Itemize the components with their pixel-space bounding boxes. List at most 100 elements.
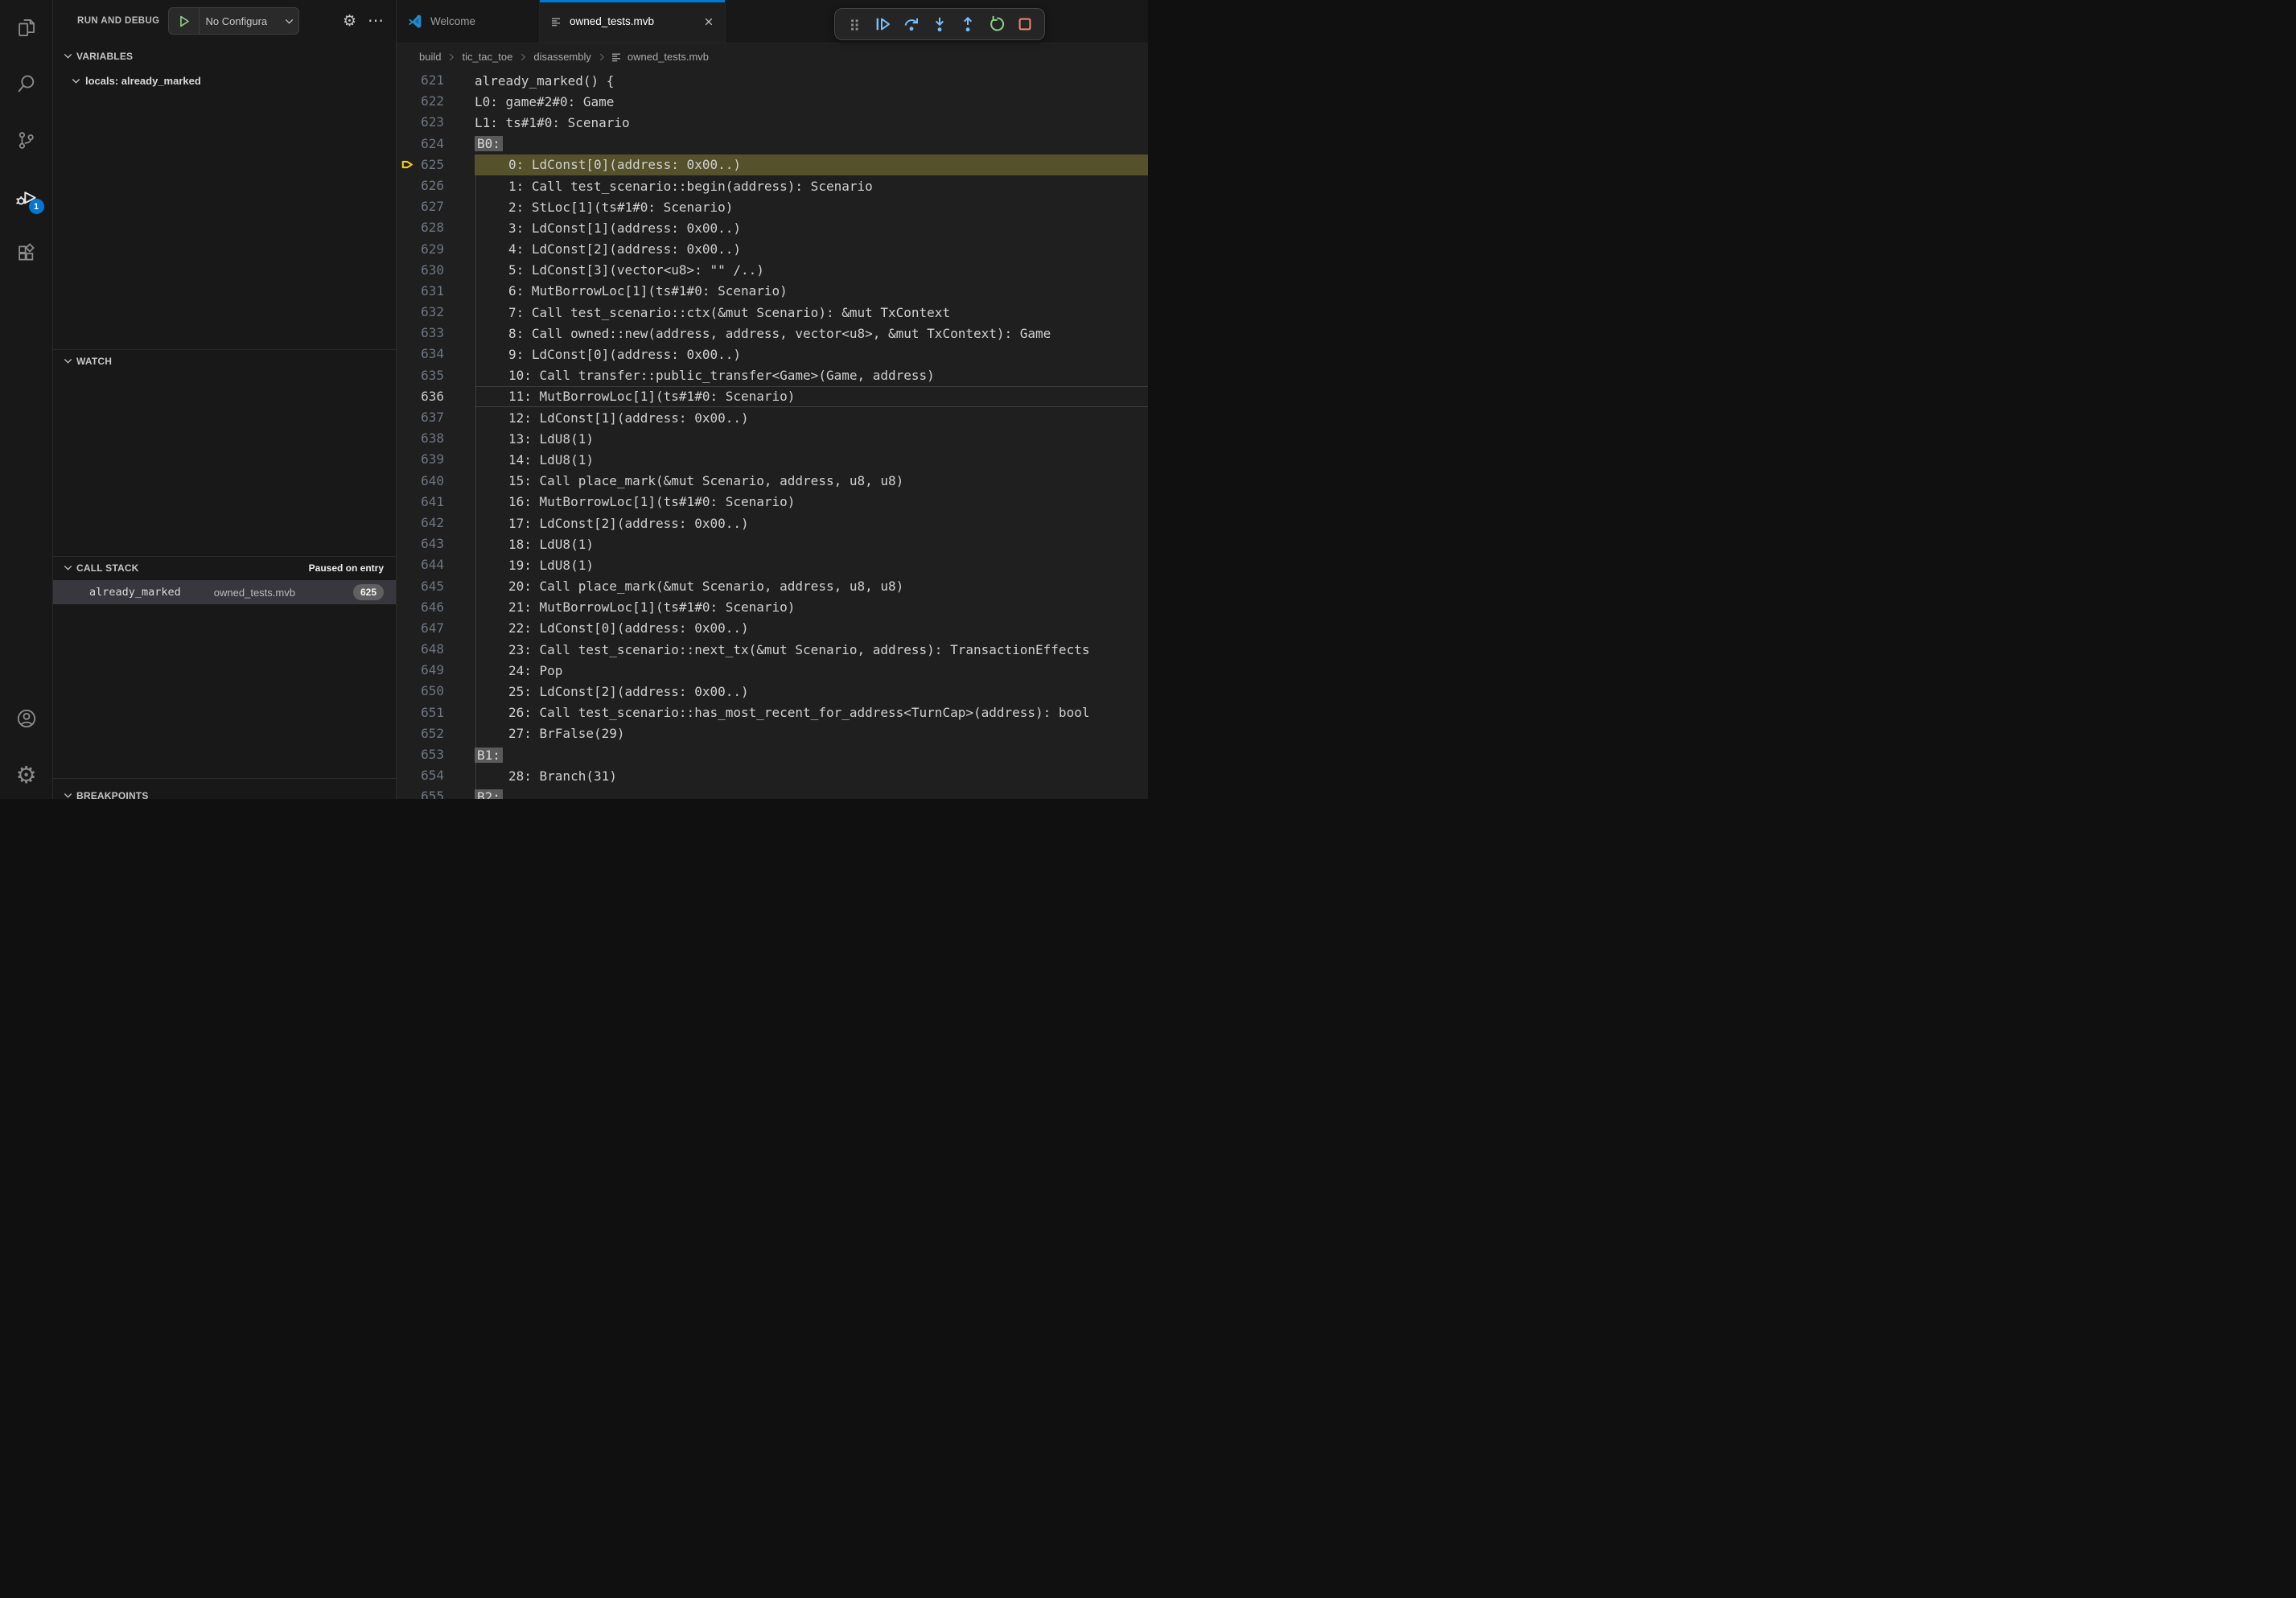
line-number-gutter[interactable]: 637 bbox=[397, 407, 475, 428]
code-line-content[interactable]: B1: bbox=[475, 744, 1148, 765]
code-editor[interactable]: 621already_marked() {622L0: game#2#0: Ga… bbox=[397, 70, 1148, 799]
activity-item-extensions[interactable] bbox=[7, 233, 46, 272]
breadcrumb-item[interactable]: disassembly bbox=[531, 51, 594, 63]
code-line-content[interactable]: 21: MutBorrowLoc[1](ts#1#0: Scenario) bbox=[475, 597, 1148, 618]
call-stack-section-header[interactable]: CALL STACK Paused on entry bbox=[53, 557, 396, 579]
line-number-gutter[interactable]: 622 bbox=[397, 91, 475, 112]
line-number-gutter[interactable]: 654 bbox=[397, 765, 475, 786]
variables-section-header[interactable]: VARIABLES bbox=[53, 45, 396, 67]
code-line-content[interactable]: 18: LdU8(1) bbox=[475, 533, 1148, 554]
activity-item-accounts[interactable] bbox=[7, 699, 46, 738]
breakpoints-section-header[interactable]: BREAKPOINTS bbox=[53, 785, 396, 799]
line-number-gutter[interactable]: 631 bbox=[397, 281, 475, 302]
code-line-content[interactable]: 14: LdU8(1) bbox=[475, 449, 1148, 470]
code-line-content[interactable]: 26: Call test_scenario::has_most_recent_… bbox=[475, 702, 1148, 723]
line-number-gutter[interactable]: 626 bbox=[397, 175, 475, 196]
line-number-gutter[interactable]: 643 bbox=[397, 533, 475, 554]
code-line-content[interactable]: 5: LdConst[3](vector<u8>: "" /..) bbox=[475, 260, 1148, 281]
start-debug-icon[interactable] bbox=[169, 8, 200, 34]
code-line-content[interactable]: 0: LdConst[0](address: 0x00..) bbox=[475, 154, 1148, 175]
code-line-content[interactable]: B0: bbox=[475, 134, 1148, 154]
code-line-content[interactable]: 27: BrFalse(29) bbox=[475, 723, 1148, 744]
code-line-content[interactable]: 24: Pop bbox=[475, 660, 1148, 681]
line-number-gutter[interactable]: 639 bbox=[397, 449, 475, 470]
line-number-gutter[interactable]: 638 bbox=[397, 428, 475, 449]
more-actions-icon[interactable]: ⋯ bbox=[368, 13, 385, 29]
line-number-gutter[interactable]: 645 bbox=[397, 576, 475, 597]
code-line-content[interactable]: 7: Call test_scenario::ctx(&mut Scenario… bbox=[475, 302, 1148, 323]
breadcrumb-item[interactable]: build bbox=[417, 51, 443, 63]
code-line-content[interactable]: 2: StLoc[1](ts#1#0: Scenario) bbox=[475, 196, 1148, 217]
code-line-content[interactable]: 8: Call owned::new(address, address, vec… bbox=[475, 323, 1148, 344]
line-number-gutter[interactable]: 633 bbox=[397, 323, 475, 344]
code-line-content[interactable]: 23: Call test_scenario::next_tx(&mut Sce… bbox=[475, 639, 1148, 660]
breadcrumb-file[interactable]: owned_tests.mvb bbox=[610, 51, 709, 64]
line-number-gutter[interactable]: 625 bbox=[397, 154, 475, 175]
line-number-gutter[interactable]: 623 bbox=[397, 112, 475, 133]
tab-welcome[interactable]: Welcome bbox=[397, 0, 540, 43]
step-out-button[interactable] bbox=[957, 14, 978, 35]
line-number-gutter[interactable]: 632 bbox=[397, 302, 475, 323]
activity-item-source-control[interactable] bbox=[7, 121, 46, 159]
tab-owned-tests-mvb[interactable]: owned_tests.mvb bbox=[540, 0, 726, 43]
step-into-button[interactable] bbox=[929, 14, 950, 35]
code-line-content[interactable]: 3: LdConst[1](address: 0x00..) bbox=[475, 217, 1148, 238]
code-line-content[interactable]: already_marked() { bbox=[475, 70, 1148, 91]
line-number-gutter[interactable]: 650 bbox=[397, 681, 475, 702]
code-line-content[interactable]: 13: LdU8(1) bbox=[475, 428, 1148, 449]
code-line-content[interactable]: B2: bbox=[475, 786, 1148, 799]
line-number-gutter[interactable]: 627 bbox=[397, 196, 475, 217]
code-line-content[interactable]: 22: LdConst[0](address: 0x00..) bbox=[475, 618, 1148, 639]
code-line-content[interactable]: 15: Call place_mark(&mut Scenario, addre… bbox=[475, 471, 1148, 492]
code-line-content[interactable]: 16: MutBorrowLoc[1](ts#1#0: Scenario) bbox=[475, 492, 1148, 513]
line-number-gutter[interactable]: 648 bbox=[397, 639, 475, 660]
line-number-gutter[interactable]: 649 bbox=[397, 660, 475, 681]
code-line-content[interactable]: 11: MutBorrowLoc[1](ts#1#0: Scenario) bbox=[475, 386, 1148, 407]
activity-item-manage[interactable]: ⚙ bbox=[7, 756, 46, 794]
breadcrumb-item[interactable]: tic_tac_toe bbox=[459, 51, 515, 63]
restart-button[interactable] bbox=[986, 14, 1007, 35]
code-line-content[interactable]: 9: LdConst[0](address: 0x00..) bbox=[475, 344, 1148, 364]
code-line-content[interactable]: 10: Call transfer::public_transfer<Game>… bbox=[475, 365, 1148, 386]
code-line-content[interactable]: 6: MutBorrowLoc[1](ts#1#0: Scenario) bbox=[475, 281, 1148, 302]
line-number-gutter[interactable]: 640 bbox=[397, 471, 475, 492]
code-line-content[interactable]: 28: Branch(31) bbox=[475, 765, 1148, 786]
code-line-content[interactable]: 17: LdConst[2](address: 0x00..) bbox=[475, 513, 1148, 533]
line-number-gutter[interactable]: 647 bbox=[397, 618, 475, 639]
line-number-gutter[interactable]: 641 bbox=[397, 492, 475, 513]
line-number-gutter[interactable]: 634 bbox=[397, 344, 475, 364]
line-number-gutter[interactable]: 621 bbox=[397, 70, 475, 91]
line-number-gutter[interactable]: 628 bbox=[397, 217, 475, 238]
code-line-content[interactable]: 1: Call test_scenario::begin(address): S… bbox=[475, 175, 1148, 196]
activity-item-run-and-debug[interactable]: 1 bbox=[7, 177, 46, 216]
debug-config-dropdown[interactable]: No Configura bbox=[168, 7, 299, 35]
line-number-gutter[interactable]: 635 bbox=[397, 365, 475, 386]
gear-icon[interactable]: ⚙ bbox=[343, 14, 356, 29]
line-number-gutter[interactable]: 642 bbox=[397, 513, 475, 533]
code-line-content[interactable]: 20: Call place_mark(&mut Scenario, addre… bbox=[475, 576, 1148, 597]
line-number-gutter[interactable]: 636 bbox=[397, 386, 475, 407]
step-over-button[interactable] bbox=[901, 14, 922, 35]
line-number-gutter[interactable]: 655 bbox=[397, 786, 475, 799]
stop-button[interactable] bbox=[1014, 14, 1035, 35]
code-line-content[interactable]: 19: LdU8(1) bbox=[475, 554, 1148, 575]
line-number-gutter[interactable]: 653 bbox=[397, 744, 475, 765]
call-stack-frame[interactable]: already_markedowned_tests.mvb625 bbox=[53, 580, 396, 604]
line-number-gutter[interactable]: 651 bbox=[397, 702, 475, 723]
line-number-gutter[interactable]: 646 bbox=[397, 597, 475, 618]
code-line-content[interactable]: 4: LdConst[2](address: 0x00..) bbox=[475, 239, 1148, 260]
activity-item-explorer[interactable] bbox=[7, 8, 46, 47]
line-number-gutter[interactable]: 630 bbox=[397, 260, 475, 281]
close-icon[interactable] bbox=[702, 15, 715, 28]
line-number-gutter[interactable]: 644 bbox=[397, 554, 475, 575]
watch-section-header[interactable]: WATCH bbox=[53, 350, 396, 372]
line-number-gutter[interactable]: 652 bbox=[397, 723, 475, 744]
code-line-content[interactable]: L0: game#2#0: Game bbox=[475, 91, 1148, 112]
continue-button[interactable] bbox=[872, 14, 893, 35]
code-line-content[interactable]: 12: LdConst[1](address: 0x00..) bbox=[475, 407, 1148, 428]
line-number-gutter[interactable]: 629 bbox=[397, 239, 475, 260]
line-number-gutter[interactable]: 624 bbox=[397, 134, 475, 154]
code-line-content[interactable]: L1: ts#1#0: Scenario bbox=[475, 112, 1148, 133]
activity-item-search[interactable] bbox=[7, 64, 46, 103]
variables-scope-locals[interactable]: locals: already_marked bbox=[53, 70, 396, 91]
